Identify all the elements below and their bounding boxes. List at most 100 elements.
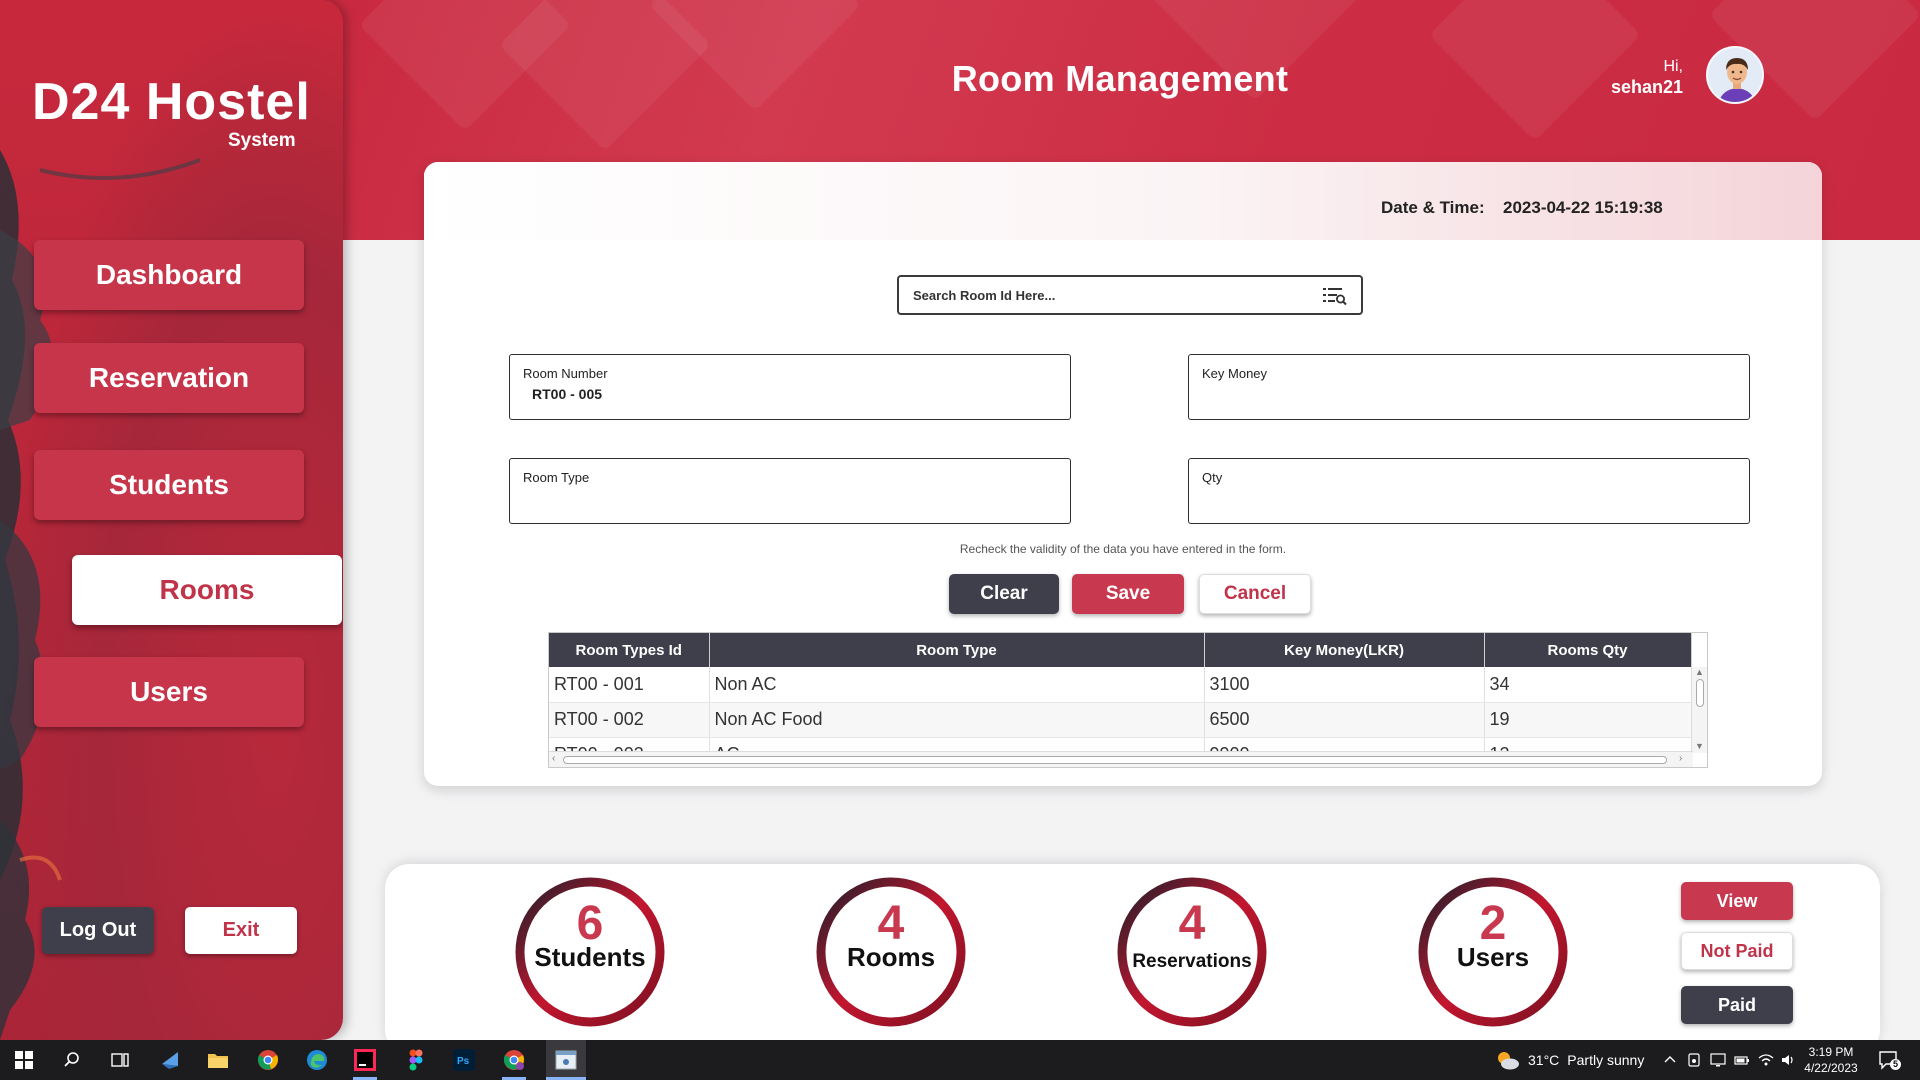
reservations-count: 4: [1178, 897, 1206, 950]
qty-field[interactable]: Qty: [1188, 458, 1750, 524]
room-search-box: [897, 275, 1363, 315]
room-number-field[interactable]: Room Number RT00 - 005: [509, 354, 1071, 420]
paid-button[interactable]: Paid: [1681, 986, 1793, 1024]
table-vertical-scrollbar[interactable]: ▲ ▼: [1691, 667, 1707, 753]
cancel-button[interactable]: Cancel: [1199, 574, 1311, 614]
sidebar-brush-texture: [0, 150, 201, 1040]
task-view-icon[interactable]: [108, 1048, 132, 1072]
notification-center-icon[interactable]: 5: [1878, 1050, 1901, 1070]
table-header-row: Room Types Id Room Type Key Money(LKR) R…: [549, 633, 1692, 667]
weather-description: Partly sunny: [1567, 1052, 1645, 1068]
username-text: sehan21: [1610, 77, 1683, 97]
reservations-label: Reservations: [1132, 951, 1252, 972]
logout-button[interactable]: Log Out: [42, 907, 154, 954]
banner-decoration: [1428, 0, 1642, 142]
java-app-icon[interactable]: [554, 1048, 578, 1072]
view-button[interactable]: View: [1681, 882, 1793, 920]
chrome-icon[interactable]: [256, 1048, 280, 1072]
sidebar: D24 Hostel System Dashboard Reservation …: [0, 0, 343, 1040]
partly-sunny-icon: [1498, 1052, 1519, 1070]
reservations-gauge: 4 Reservations: [1116, 876, 1268, 1028]
table-cell: 19: [1484, 702, 1692, 738]
scroll-down-icon[interactable]: ▼: [1695, 741, 1704, 751]
photoshop-icon[interactable]: Ps: [452, 1048, 476, 1072]
desktop-app-icon[interactable]: [158, 1048, 182, 1072]
clock-date: 4/22/2023: [1804, 1061, 1858, 1075]
wifi-icon[interactable]: [1758, 1052, 1774, 1068]
scroll-right-icon[interactable]: ›: [1679, 753, 1682, 764]
key-money-label: Key Money: [1202, 366, 1268, 381]
room-type-label: Room Type: [523, 470, 590, 485]
search-list-icon[interactable]: [1323, 286, 1347, 306]
monitor-icon[interactable]: [1710, 1052, 1726, 1068]
users-gauge: 2 Users: [1417, 876, 1569, 1028]
sidebar-item-dashboard[interactable]: Dashboard: [34, 240, 304, 310]
file-explorer-icon[interactable]: [206, 1048, 230, 1072]
validation-hint: Recheck the validity of the data you hav…: [959, 542, 1287, 556]
room-types-table: Room Types Id Room Type Key Money(LKR) R…: [548, 632, 1708, 768]
weather-temperature: 31°C: [1528, 1052, 1560, 1068]
table-cell: RT00 - 002: [549, 702, 710, 738]
chrome-profile-icon[interactable]: [502, 1048, 526, 1072]
search-icon[interactable]: [60, 1048, 84, 1072]
card-header: Date & Time: 2023-04-22 15:19:38: [424, 162, 1822, 240]
datetime-label: Date & Time:: [1381, 198, 1485, 217]
user-greeting: Hi, sehan21: [1611, 56, 1683, 98]
users-count: 2: [1479, 897, 1507, 950]
room-form-card: Date & Time: 2023-04-22 15:19:38 Room Nu…: [424, 162, 1822, 786]
save-button[interactable]: Save: [1072, 574, 1184, 614]
sidebar-item-rooms[interactable]: Rooms: [72, 555, 342, 625]
weather-widget[interactable]: 31°C Partly sunny: [1494, 1040, 1644, 1080]
students-count: 6: [576, 897, 604, 950]
table-row[interactable]: RT00 - 002 Non AC Food 6500 19: [549, 702, 1692, 738]
column-header[interactable]: Room Type: [709, 633, 1205, 667]
app-logo-subtitle: System: [228, 130, 296, 151]
students-label: Students: [534, 942, 646, 972]
room-search-input[interactable]: [913, 286, 1313, 304]
rooms-label: Rooms: [846, 942, 936, 972]
column-header[interactable]: Room Types Id: [549, 633, 710, 667]
system-clock[interactable]: 3:19 PM 4/22/2023: [1794, 1044, 1868, 1076]
scroll-left-icon[interactable]: ‹: [552, 753, 555, 764]
battery-icon[interactable]: [1734, 1052, 1750, 1068]
scroll-thumb[interactable]: [563, 756, 1667, 764]
chevron-up-icon[interactable]: [1662, 1052, 1678, 1068]
room-type-field[interactable]: Room Type: [509, 458, 1071, 524]
column-header[interactable]: Rooms Qty: [1484, 633, 1692, 667]
room-number-value[interactable]: RT00 - 005: [532, 386, 602, 402]
avatar[interactable]: [1706, 46, 1764, 104]
exit-button[interactable]: Exit: [185, 907, 297, 954]
notification-count: 5: [1890, 1059, 1901, 1070]
figma-icon[interactable]: [404, 1048, 428, 1072]
qty-label: Qty: [1202, 470, 1223, 485]
app-logo: D24 Hostel: [32, 73, 311, 131]
column-header[interactable]: Key Money(LKR): [1204, 633, 1485, 667]
key-money-field[interactable]: Key Money: [1188, 354, 1750, 420]
scroll-thumb[interactable]: [1696, 679, 1704, 707]
clock-time: 3:19 PM: [1808, 1045, 1854, 1059]
intellij-icon[interactable]: [353, 1048, 377, 1072]
rooms-count: 4: [877, 897, 905, 950]
greeting-text: Hi,: [1663, 58, 1683, 75]
sidebar-item-reservation[interactable]: Reservation: [34, 343, 304, 413]
room-number-label: Room Number: [523, 366, 608, 381]
table-cell: 34: [1484, 667, 1692, 703]
stats-panel: 6 Students 4 Rooms 4 Reservations 2 User…: [385, 864, 1880, 1054]
table-horizontal-scrollbar[interactable]: ‹ ›: [549, 751, 1693, 767]
sidebar-item-users[interactable]: Users: [34, 657, 304, 727]
sidebar-item-students[interactable]: Students: [34, 450, 304, 520]
students-gauge: 6 Students: [514, 876, 666, 1028]
table-cell: 3100: [1204, 667, 1485, 703]
windows-start-icon[interactable]: [12, 1048, 36, 1072]
page-title: Room Management: [951, 58, 1289, 99]
windows-taskbar: Ps 31°C Partly sunny 3:19 PM 4/22/2023 5: [0, 1040, 1920, 1080]
rooms-gauge: 4 Rooms: [815, 876, 967, 1028]
device-icon[interactable]: [1686, 1052, 1702, 1068]
clear-button[interactable]: Clear: [949, 574, 1059, 614]
table-cell: Non AC: [709, 667, 1205, 703]
not-paid-button[interactable]: Not Paid: [1681, 932, 1793, 970]
edge-icon[interactable]: [305, 1048, 329, 1072]
users-label: Users: [1456, 942, 1530, 972]
table-row[interactable]: RT00 - 001 Non AC 3100 34: [549, 667, 1692, 703]
scroll-up-icon[interactable]: ▲: [1695, 667, 1704, 677]
